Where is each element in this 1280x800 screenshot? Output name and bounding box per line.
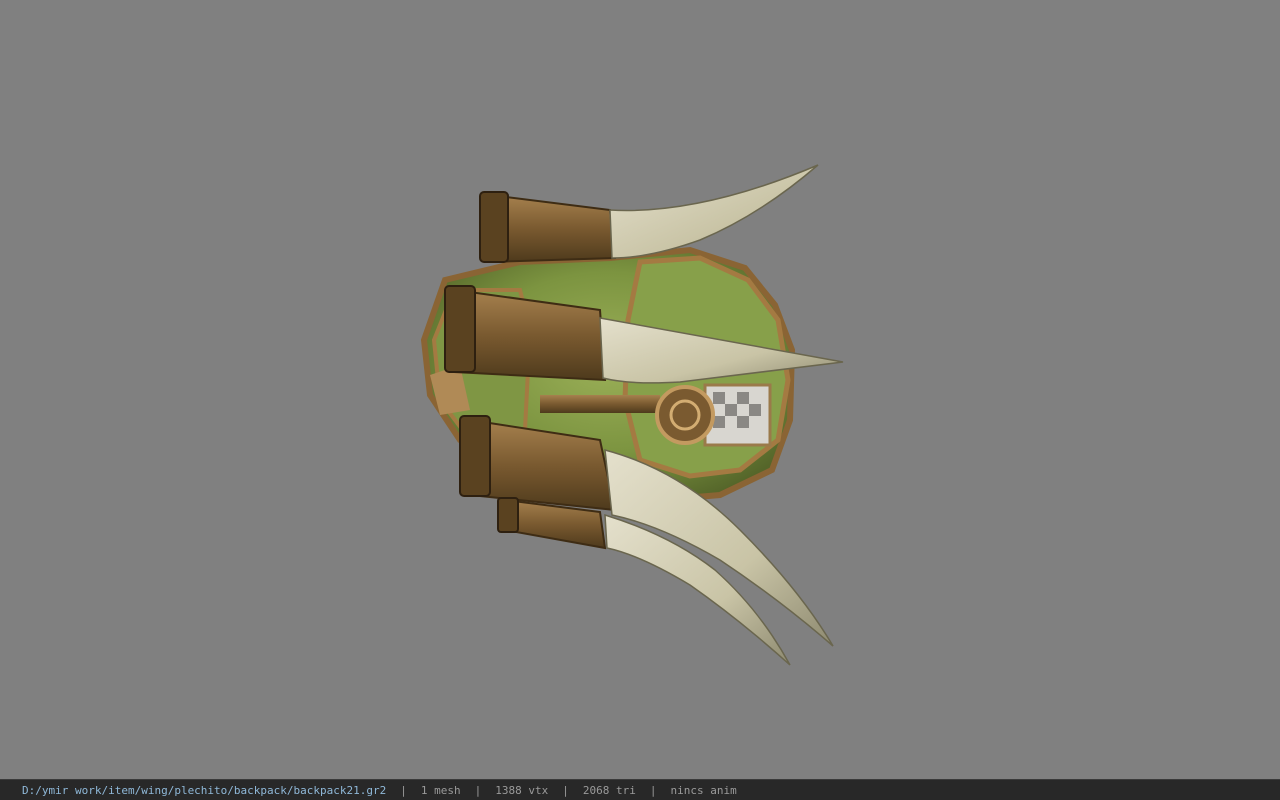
- status-separator: |: [400, 783, 407, 797]
- status-separator: |: [562, 783, 569, 797]
- triangle-count-label: 2068 tri: [582, 783, 636, 797]
- mesh-count-label: 1 mesh: [420, 783, 461, 797]
- tusk-top: [479, 164, 819, 264]
- file-path-label: D:/ymir work/item/wing/plechito/backpack…: [22, 783, 387, 797]
- vertex-count-label: 1388 vtx: [495, 783, 549, 797]
- animation-status-label: nincs anim: [670, 783, 737, 797]
- backpack-model-render: [420, 164, 844, 666]
- status-separator: |: [649, 783, 657, 797]
- status-bar: D:/ymir work/item/wing/plechito/backpack…: [0, 779, 1280, 800]
- status-separator: |: [474, 783, 482, 797]
- 3d-viewport[interactable]: [0, 0, 1280, 779]
